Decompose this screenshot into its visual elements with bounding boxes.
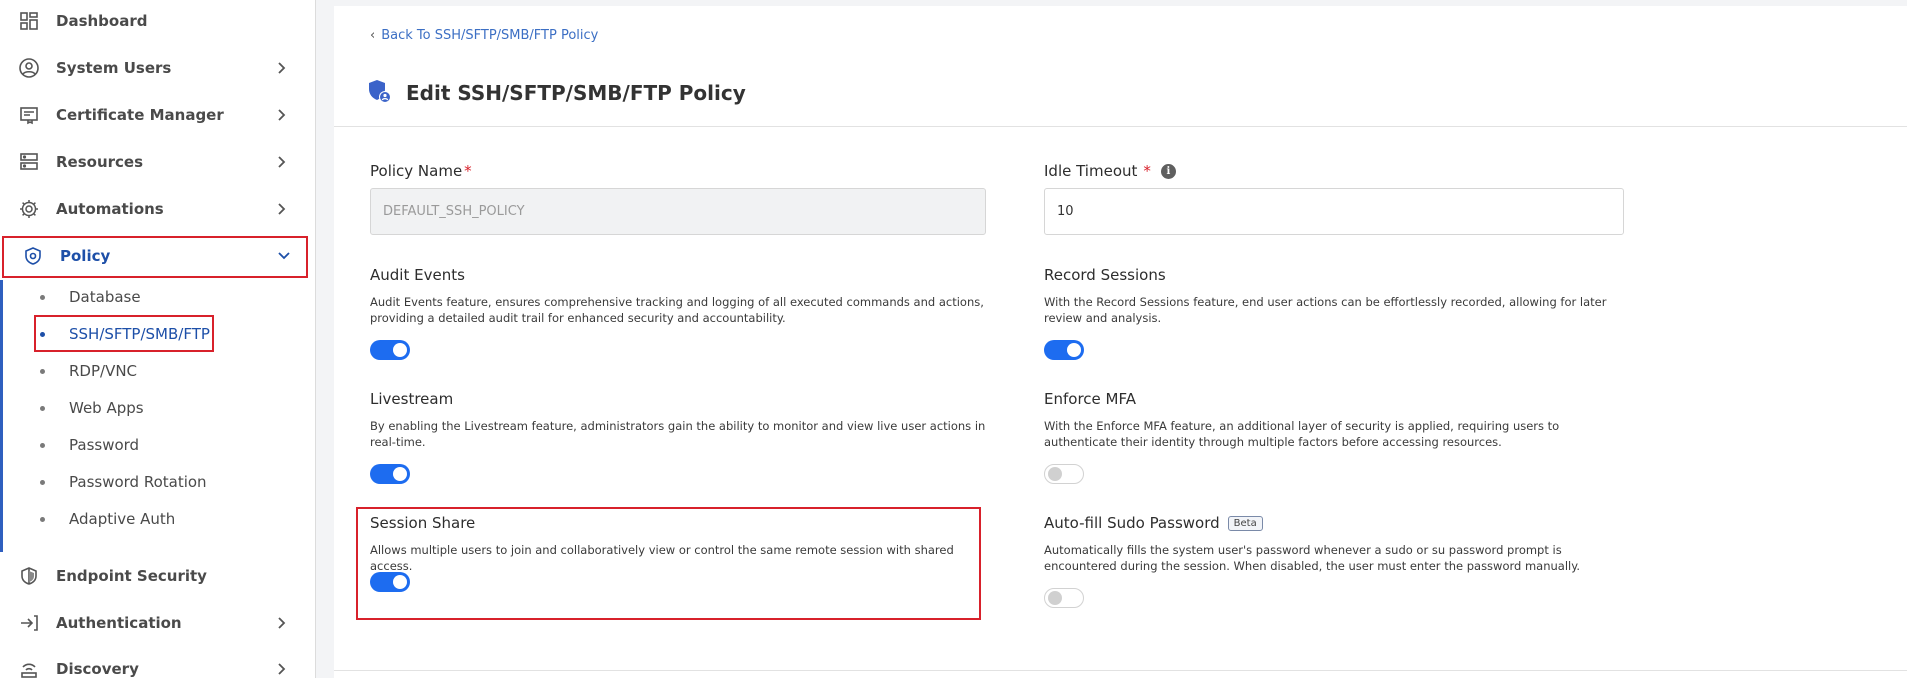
- bullet-icon: [40, 294, 45, 300]
- toggle-knob: [1048, 591, 1062, 605]
- sidebar-item-label: Authentication: [56, 614, 182, 632]
- sidebar-subitem-rdp[interactable]: RDP/VNC: [40, 357, 137, 385]
- label-text: Idle Timeout: [1044, 162, 1138, 180]
- certificate-icon: [18, 104, 40, 126]
- input-value: 10: [1057, 204, 1074, 219]
- bullet-icon: [40, 368, 45, 374]
- idle-timeout-input[interactable]: 10: [1044, 188, 1624, 235]
- sidebar-item-automations[interactable]: Automations: [0, 189, 316, 229]
- login-icon: [18, 612, 40, 634]
- livestream-title: Livestream: [370, 390, 454, 408]
- session-share-desc: Allows multiple users to join and collab…: [370, 543, 954, 573]
- toggle-knob: [393, 343, 407, 357]
- highlight-box: [2, 236, 308, 278]
- chevron-right-icon: [274, 60, 290, 76]
- livestream-desc: By enabling the Livestream feature, admi…: [370, 419, 986, 449]
- sidebar-subitem-database[interactable]: Database: [40, 283, 141, 311]
- enforce-mfa-toggle[interactable]: [1044, 464, 1084, 484]
- main-content: ‹ Back To SSH/SFTP/SMB/FTP Policy Edit S…: [334, 6, 1907, 678]
- session-share-title: Session Share: [370, 514, 476, 532]
- toggle-knob: [393, 467, 407, 481]
- back-link-label: Back To SSH/SFTP/SMB/FTP Policy: [381, 28, 599, 43]
- session-share-toggle[interactable]: [370, 572, 410, 592]
- record-sessions-desc: With the Record Sessions feature, end us…: [1044, 295, 1607, 325]
- divider: [334, 126, 1907, 127]
- shield-user-icon: [366, 78, 392, 108]
- sidebar-item-dashboard[interactable]: Dashboard: [0, 1, 316, 41]
- required-marker: *: [464, 162, 472, 180]
- divider: [334, 670, 1907, 671]
- subitem-label: Web Apps: [69, 399, 144, 417]
- subitem-label: Adaptive Auth: [69, 510, 176, 528]
- title-text: Auto-fill Sudo Password: [1044, 514, 1220, 532]
- bullet-icon: [40, 405, 45, 411]
- page-title: Edit SSH/SFTP/SMB/FTP Policy: [406, 81, 746, 105]
- info-icon[interactable]: i: [1160, 163, 1176, 179]
- sidebar: Dashboard System Users Certificate Manag…: [0, 0, 316, 678]
- record-sessions-toggle[interactable]: [1044, 340, 1084, 360]
- autofill-sudo-desc: Automatically fills the system user's pa…: [1044, 543, 1581, 573]
- sidebar-item-label: Discovery: [56, 660, 139, 678]
- sidebar-subitem-web-apps[interactable]: Web Apps: [40, 394, 144, 422]
- chevron-right-icon: [274, 661, 290, 677]
- bullet-icon: [40, 442, 45, 448]
- audit-events-title: Audit Events: [370, 266, 465, 284]
- shield-half-icon: [18, 565, 40, 587]
- record-sessions-title: Record Sessions: [1044, 266, 1166, 284]
- autofill-sudo-toggle[interactable]: [1044, 588, 1084, 608]
- label-text: Policy Name: [370, 162, 463, 180]
- sidebar-item-label: Resources: [56, 153, 144, 171]
- radar-icon: [18, 658, 40, 678]
- toggle-knob: [1067, 343, 1081, 357]
- enforce-mfa-title: Enforce MFA: [1044, 390, 1136, 408]
- chevron-right-icon: [274, 107, 290, 123]
- sidebar-item-label: Endpoint Security: [56, 567, 207, 585]
- user-circle-icon: [18, 57, 40, 79]
- toggle-knob: [1048, 467, 1062, 481]
- beta-badge: Beta: [1227, 515, 1263, 531]
- dashboard-icon: [18, 10, 40, 32]
- sidebar-subitem-password[interactable]: Password: [40, 431, 139, 459]
- sidebar-item-endpoint-security[interactable]: Endpoint Security: [0, 556, 316, 596]
- subitem-label: RDP/VNC: [69, 362, 138, 380]
- chevron-right-icon: [274, 154, 290, 170]
- chevron-right-icon: [274, 201, 290, 217]
- sidebar-subitem-adaptive-auth[interactable]: Adaptive Auth: [40, 505, 175, 533]
- chevron-right-icon: [274, 615, 290, 631]
- autofill-sudo-title: Auto-fill Sudo Password Beta: [1044, 514, 1263, 532]
- sidebar-item-authentication[interactable]: Authentication: [0, 603, 316, 643]
- sidebar-item-system-users[interactable]: System Users: [0, 48, 316, 88]
- enforce-mfa-desc: With the Enforce MFA feature, an additio…: [1044, 419, 1560, 449]
- sidebar-item-label: System Users: [56, 59, 172, 77]
- sidebar-item-discovery[interactable]: Discovery: [0, 649, 316, 678]
- policy-name-input[interactable]: DEFAULT_SSH_POLICY: [370, 188, 986, 235]
- page-header: Edit SSH/SFTP/SMB/FTP Policy: [366, 78, 746, 108]
- chevron-left-icon: ‹: [370, 28, 376, 43]
- idle-timeout-label: Idle Timeout * i: [1044, 162, 1176, 180]
- sidebar-item-label: Automations: [56, 200, 164, 218]
- sidebar-item-resources[interactable]: Resources: [0, 142, 316, 182]
- bullet-icon: [40, 479, 45, 485]
- sidebar-subitem-password-rotation[interactable]: Password Rotation: [40, 468, 207, 496]
- sidebar-item-label: Dashboard: [56, 12, 148, 30]
- audit-events-desc: Audit Events feature, ensures comprehens…: [370, 295, 984, 325]
- audit-events-toggle[interactable]: [370, 340, 410, 360]
- livestream-toggle[interactable]: [370, 464, 410, 484]
- highlight-box: [34, 315, 214, 352]
- subitem-label: Password Rotation: [69, 473, 207, 491]
- policy-name-label: Policy Name *: [370, 162, 472, 180]
- server-icon: [18, 151, 40, 173]
- gear-icon: [18, 198, 40, 220]
- back-link[interactable]: ‹ Back To SSH/SFTP/SMB/FTP Policy: [370, 28, 598, 43]
- subitem-label: Database: [69, 288, 141, 306]
- required-marker: *: [1143, 162, 1151, 180]
- subitem-label: Password: [69, 436, 140, 454]
- sidebar-item-certificate-manager[interactable]: Certificate Manager: [0, 95, 316, 135]
- sidebar-item-label: Certificate Manager: [56, 106, 224, 124]
- toggle-knob: [393, 575, 407, 589]
- submenu-rail: [0, 280, 3, 552]
- bullet-icon: [40, 516, 45, 522]
- input-value: DEFAULT_SSH_POLICY: [383, 204, 525, 219]
